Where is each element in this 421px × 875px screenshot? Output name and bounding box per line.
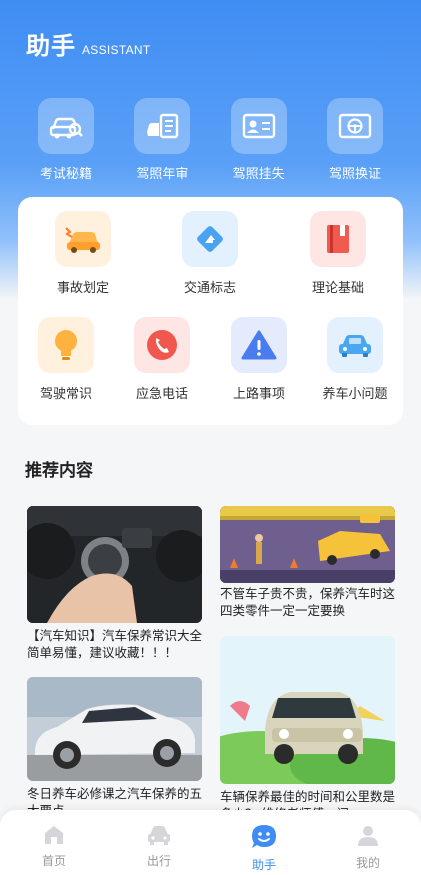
service-label: 驾照年审 [136, 167, 189, 182]
category-emergency-phone[interactable]: 应急电话 [107, 317, 217, 402]
article-title[interactable]: 冬日养车必修课之汽车保养的五大要点 [27, 785, 207, 810]
phone-icon [134, 317, 190, 373]
service-label: 考试秘籍 [39, 167, 92, 182]
tab-label: 出行 [146, 854, 171, 868]
category-accident[interactable]: 事故划定 [28, 211, 138, 296]
page-header: 助手 ASSISTANT [26, 26, 151, 61]
car-search-icon [38, 98, 94, 154]
category-card: 事故划定 交通标志 理论基础 驾驶常识 应急电话 上路事项 养车小问题 [18, 197, 403, 425]
article-title[interactable]: 车辆保养最佳的时间和公里数是多少？ 维修老师傅一问 [220, 788, 400, 810]
service-license-loss[interactable]: 驾照挂失 [211, 98, 307, 182]
lightbulb-icon [38, 317, 94, 373]
service-exam-tips[interactable]: 考试秘籍 [18, 98, 114, 182]
tab-mine[interactable]: 我的 [338, 824, 398, 871]
category-traffic-sign[interactable]: 交通标志 [155, 211, 265, 296]
category-driving-tips[interactable]: 驾驶常识 [11, 317, 121, 402]
id-card-icon [230, 98, 287, 154]
category-theory[interactable]: 理论基础 [283, 211, 393, 296]
book-icon [310, 211, 366, 267]
article-image[interactable] [27, 677, 202, 781]
home-icon [45, 826, 63, 844]
license-renew-icon [326, 98, 383, 154]
service-label: 驾照换证 [328, 167, 381, 182]
tab-label: 助手 [251, 858, 276, 872]
service-license-renew[interactable]: 驾照换证 [307, 98, 403, 182]
category-label: 理论基础 [311, 281, 364, 296]
category-label: 事故划定 [56, 281, 109, 296]
page-title: 助手 [26, 32, 76, 60]
user-icon [358, 826, 378, 846]
tab-assistant[interactable]: 助手 [234, 824, 294, 873]
page-subtitle: ASSISTANT [82, 43, 151, 57]
article-title[interactable]: 不管车子贵不贵，保养汽车时这四类零件一定一定要换 [220, 585, 400, 619]
warning-icon [231, 317, 287, 373]
traffic-sign-icon [182, 211, 238, 267]
category-label: 交通标志 [183, 281, 236, 296]
category-car-care[interactable]: 养车小问题 [300, 317, 410, 402]
car-icon [327, 317, 383, 373]
category-road-matters[interactable]: 上路事项 [204, 317, 314, 402]
tab-travel[interactable]: 出行 [129, 824, 189, 869]
service-label: 驾照挂失 [232, 167, 285, 182]
tab-label: 我的 [355, 856, 380, 870]
tab-label: 首页 [41, 854, 66, 868]
category-label: 应急电话 [135, 387, 188, 402]
car-icon [148, 826, 170, 845]
bottom-tab-bar: 首页 出行 助手 我的 [0, 810, 421, 875]
article-image[interactable] [27, 506, 202, 623]
section-title: 推荐内容 [25, 461, 93, 481]
license-review-icon [134, 98, 191, 154]
top-services: 考试秘籍 驾照年审 驾照挂失 驾照换证 [18, 98, 403, 182]
category-label: 上路事项 [232, 387, 285, 402]
category-label: 驾驶常识 [39, 387, 92, 402]
category-label: 养车小问题 [322, 387, 388, 402]
article-image[interactable] [220, 636, 395, 784]
tab-home[interactable]: 首页 [24, 824, 84, 869]
article-image[interactable] [220, 506, 395, 583]
article-title[interactable]: 【汽车知识】汽车保养常识大全 简单易懂，建议收藏！！！ [27, 627, 207, 661]
service-license-review[interactable]: 驾照年审 [114, 98, 210, 182]
assistant-icon [252, 825, 276, 848]
car-accident-icon [55, 211, 111, 267]
